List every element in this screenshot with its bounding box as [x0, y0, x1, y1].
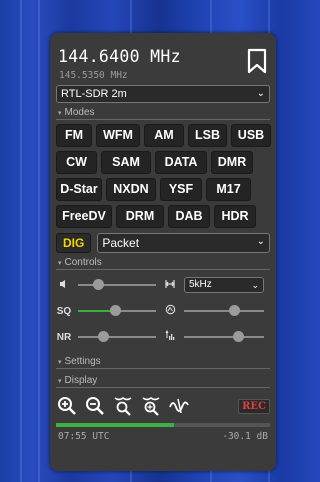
volume-icon[interactable] — [56, 279, 72, 292]
modes-row-3: D-Star NXDN YSF M17 — [56, 178, 270, 201]
zoom-in-icon[interactable] — [56, 395, 78, 417]
collapse-arrow-icon: ▾ — [58, 359, 62, 366]
section-settings-header[interactable]: ▾ Settings — [56, 356, 270, 369]
mode-button-lsb[interactable]: LSB — [188, 124, 227, 147]
control-row-2: SQ — [56, 300, 270, 322]
squelch-slider[interactable] — [78, 305, 156, 316]
frequency-display: 144.6400 MHz 145.5350 MHz — [56, 39, 270, 85]
collapse-arrow-icon: ▾ — [58, 378, 62, 385]
section-display-header[interactable]: ▾ Display — [56, 375, 270, 388]
display-toolbar: REC — [56, 394, 270, 418]
squelch-slider-thumb[interactable] — [110, 305, 122, 316]
secondary-frequency: 145.5350 MHz — [59, 70, 128, 81]
modes-row-1: FM WFM AM LSB USB — [56, 124, 271, 147]
noise-blanker-icon[interactable] — [162, 329, 178, 344]
mode-button-dab[interactable]: DAB — [168, 205, 210, 228]
step-select[interactable]: 5kHz ⌄ — [184, 277, 264, 293]
agc-slider[interactable] — [184, 305, 264, 316]
noise-blanker-slider-thumb[interactable] — [233, 331, 245, 342]
volume-slider[interactable] — [78, 279, 156, 290]
mode-button-hdr[interactable]: HDR — [214, 205, 256, 228]
agc-slider-thumb[interactable] — [229, 305, 241, 316]
signal-level-fill — [56, 423, 174, 427]
mode-button-wfm[interactable]: WFM — [96, 124, 140, 147]
collapse-arrow-icon: ▾ — [58, 260, 62, 267]
record-button[interactable]: REC — [238, 398, 270, 414]
mode-button-am[interactable]: AM — [144, 124, 184, 147]
main-frequency[interactable]: 144.6400 MHz — [58, 47, 181, 66]
section-controls-header[interactable]: ▾ Controls — [56, 257, 270, 270]
step-icon — [162, 279, 178, 292]
digital-mode-row: DIG Packet ⌄ — [56, 233, 270, 253]
mode-button-fm[interactable]: FM — [56, 124, 92, 147]
mode-button-dmr[interactable]: DMR — [211, 151, 253, 174]
mode-button-drm[interactable]: DRM — [116, 205, 164, 228]
chevron-down-icon: ⌄ — [256, 88, 265, 99]
mode-button-sam[interactable]: SAM — [101, 151, 151, 174]
receiver-panel: 144.6400 MHz 145.5350 MHz RTL-SDR 2m ⌄ ▾… — [50, 33, 276, 471]
mode-button-data[interactable]: DATA — [155, 151, 207, 174]
control-row-3: NR — [56, 326, 270, 348]
zoom-center-icon[interactable] — [140, 395, 162, 417]
dig-button[interactable]: DIG — [56, 233, 92, 253]
digital-mode-select[interactable]: Packet ⌄ — [97, 233, 270, 253]
mode-button-ysf[interactable]: YSF — [160, 178, 202, 201]
collapse-arrow-icon: ▾ — [58, 110, 62, 117]
nr-icon[interactable]: NR — [56, 332, 72, 343]
mode-button-cw[interactable]: CW — [56, 151, 97, 174]
section-modes-header[interactable]: ▾ Modes — [56, 107, 270, 120]
signal-level-text: -30.1 dB — [222, 431, 268, 442]
mode-button-usb[interactable]: USB — [231, 124, 271, 147]
nr-slider-thumb[interactable] — [97, 331, 109, 342]
nr-slider[interactable] — [78, 331, 156, 342]
mode-button-m17[interactable]: M17 — [206, 178, 251, 201]
mode-button-dstar[interactable]: D-Star — [56, 178, 102, 201]
chevron-down-icon: ⌄ — [256, 236, 265, 247]
mode-button-nxdn[interactable]: NXDN — [106, 178, 156, 201]
noise-blanker-slider[interactable] — [184, 331, 264, 342]
volume-slider-thumb[interactable] — [92, 279, 104, 290]
zoom-fit-icon[interactable] — [112, 395, 134, 417]
agc-icon[interactable] — [162, 304, 178, 318]
zoom-out-icon[interactable] — [84, 395, 106, 417]
chevron-down-icon: ⌄ — [251, 280, 259, 290]
modes-row-2: CW SAM DATA DMR — [56, 151, 270, 174]
profile-select[interactable]: RTL-SDR 2m ⌄ — [56, 85, 270, 103]
control-row-1: 5kHz ⌄ — [56, 274, 270, 296]
mode-button-freedv[interactable]: FreeDV — [56, 205, 112, 228]
profile-select-value: RTL-SDR 2m — [61, 88, 127, 100]
modes-row-4: FreeDV DRM DAB HDR — [56, 205, 270, 228]
clock-text: 07:55 UTC — [58, 431, 110, 442]
step-select-value: 5kHz — [189, 279, 212, 290]
bookmark-icon[interactable] — [246, 48, 268, 74]
digital-mode-select-value: Packet — [102, 236, 140, 250]
waveform-icon[interactable] — [168, 395, 190, 417]
squelch-icon[interactable]: SQ — [56, 306, 72, 317]
signal-level-bar — [56, 423, 270, 427]
status-bar: 07:55 UTC -30.1 dB — [56, 431, 270, 442]
